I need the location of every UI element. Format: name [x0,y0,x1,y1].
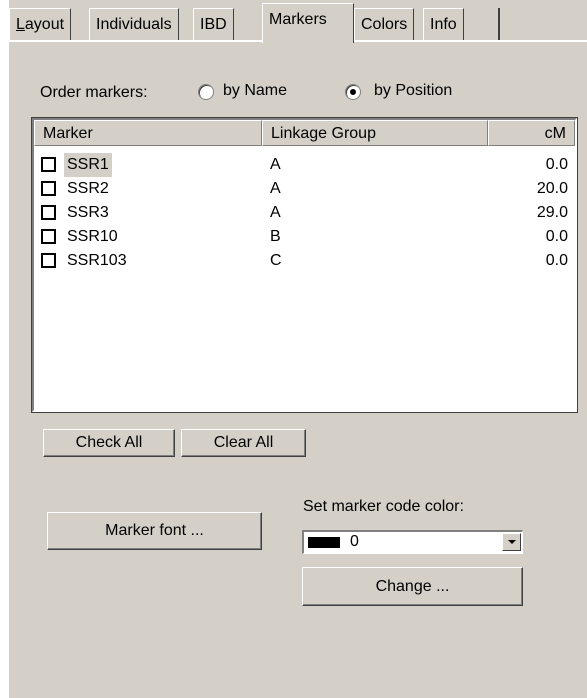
cm-value: 0.0 [545,228,568,245]
check-all-button[interactable]: Check All [43,429,175,457]
marker-name: SSR1 [64,153,112,177]
order-markers-label: Order markers: [40,84,148,101]
linkage-group: B [270,228,281,245]
marker-name: SSR2 [67,180,109,197]
cm-value: 29.0 [536,204,568,221]
linkage-group: A [270,204,281,221]
chevron-down-icon [508,540,516,544]
marker-name: SSR103 [67,252,127,269]
tab-colors[interactable]: Colors [354,8,415,40]
row-checkbox[interactable] [41,205,56,220]
cm-value: 0.0 [545,252,568,269]
row-checkbox[interactable] [41,181,56,196]
tab-label: Colors [361,16,408,33]
cm-value: 20.0 [536,180,568,197]
marker-code-color-select[interactable]: 0 [302,530,523,554]
table-row[interactable]: SSR10 B 0.0 [34,225,575,249]
marker-list[interactable]: Marker Linkage Group cM SSR1 A 0.0 SSR2 … [31,117,578,413]
tab-strip-edge [498,8,500,40]
tab-info[interactable]: Info [423,8,464,40]
tab-label: Info [430,16,457,33]
linkage-group: C [270,252,282,269]
marker-font-button[interactable]: Marker font ... [47,512,262,550]
table-row[interactable]: SSR2 A 20.0 [34,177,575,201]
radio-by-name-label[interactable]: by Name [223,82,287,100]
marker-name: SSR10 [67,228,118,245]
tab-individuals[interactable]: Individuals [89,8,179,40]
color-value: 0 [350,533,359,550]
clear-all-button[interactable]: Clear All [181,429,306,457]
tab-markers[interactable]: Markers [262,3,354,43]
row-checkbox[interactable] [41,253,56,268]
cm-value: 0.0 [545,156,568,173]
radio-by-name[interactable] [198,84,214,100]
column-header-cm[interactable]: cM [488,120,575,146]
tab-layout[interactable]: Layout [9,8,72,40]
change-color-button[interactable]: Change ... [302,567,523,606]
radio-by-position-label[interactable]: by Position [374,82,452,100]
table-row[interactable]: SSR3 A 29.0 [34,201,575,225]
column-header-linkage-group[interactable]: Linkage Group [262,120,488,146]
tab-ibd[interactable]: IBD [193,8,234,40]
color-swatch [308,537,340,548]
tab-label: IBD [200,16,227,33]
tab-label: Individuals [96,16,172,33]
table-row[interactable]: SSR103 C 0.0 [34,249,575,273]
radio-by-position[interactable] [345,84,361,100]
list-header: Marker Linkage Group cM [34,120,575,146]
radio-selected-dot [350,89,356,95]
column-header-marker[interactable]: Marker [34,120,262,146]
tab-label: Markers [269,11,327,28]
marker-name: SSR3 [67,204,109,221]
row-checkbox[interactable] [41,157,56,172]
dropdown-button[interactable] [502,533,521,551]
tab-label: Layout [16,16,65,33]
linkage-group: A [270,180,281,197]
table-row[interactable]: SSR1 A 0.0 [34,153,575,177]
linkage-group: A [270,156,281,173]
marker-code-color-label: Set marker code color: [303,498,464,515]
row-checkbox[interactable] [41,229,56,244]
